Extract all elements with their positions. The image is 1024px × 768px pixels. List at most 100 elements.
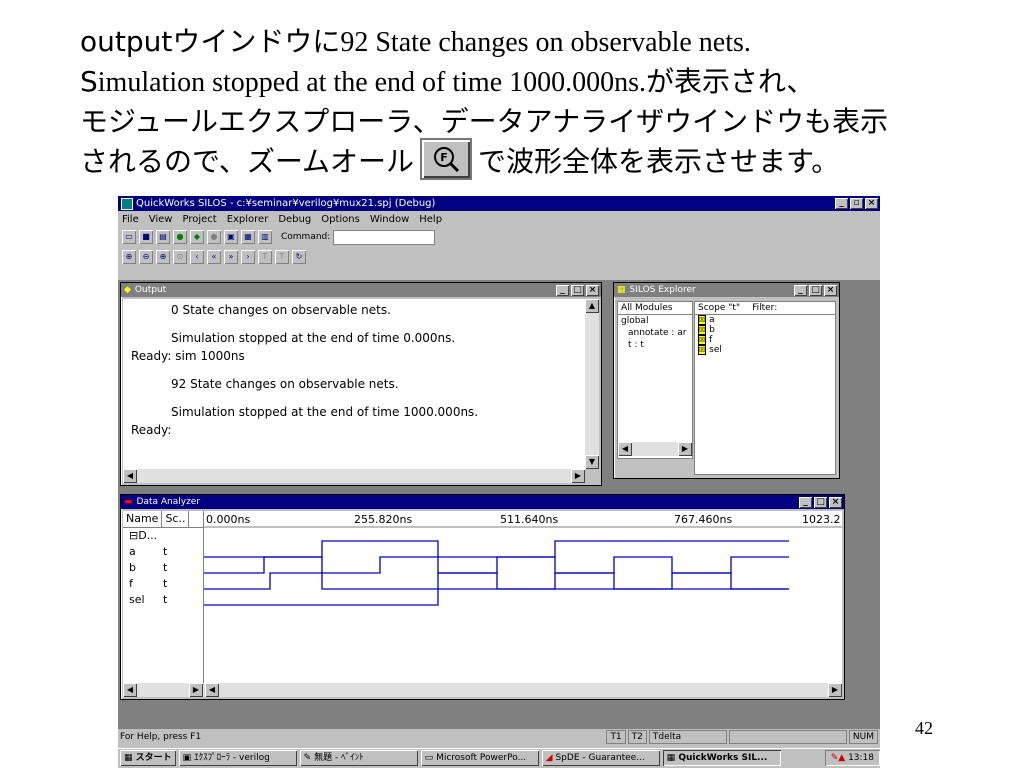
start-button[interactable]: ▦ スタート xyxy=(120,750,176,766)
signal-item-b[interactable]: ☒ b xyxy=(695,325,835,335)
task-paint[interactable]: ✎ 無題 - ﾍﾟｲﾝﾄ xyxy=(300,750,418,766)
step-icon[interactable]: ◆ xyxy=(190,230,204,244)
scroll-left-icon[interactable]: ◀ xyxy=(618,442,632,456)
scroll-right-icon[interactable]: ▶ xyxy=(828,683,842,697)
scroll-left-icon[interactable]: ◀ xyxy=(205,683,219,697)
open-icon[interactable]: ▭ xyxy=(122,230,136,244)
scroll-down-icon[interactable]: ▼ xyxy=(585,455,599,469)
task-quickworks[interactable]: ▦ QuickWorks SIL... xyxy=(663,750,781,766)
analyzer-maximize-button[interactable]: □ xyxy=(814,496,827,508)
explorer-window: ▦ SILOS Explorer _ □ × All Modules globa… xyxy=(613,282,840,479)
wave-sel xyxy=(204,588,789,606)
menu-window[interactable]: Window xyxy=(370,214,409,225)
refresh-icon[interactable]: ↻ xyxy=(292,250,306,264)
explorer-minimize-button[interactable]: _ xyxy=(794,284,807,296)
output-line: Simulation stopped at the end of time 10… xyxy=(171,405,479,419)
menu-project[interactable]: Project xyxy=(182,214,216,225)
signal-item-a[interactable]: ☒ a xyxy=(695,315,835,325)
signal-checkbox-icon: ☒ xyxy=(698,325,707,335)
restore-button[interactable]: ▫ xyxy=(850,198,863,209)
command-input[interactable] xyxy=(333,229,436,245)
scroll-left-icon[interactable]: ◀ xyxy=(123,683,137,697)
output-text: 0 State changes on observable nets. Simu… xyxy=(123,299,585,469)
output-hscrollbar[interactable]: ◀ ▶ xyxy=(123,469,585,483)
prev-edge-icon[interactable]: ‹ xyxy=(190,250,204,264)
menu-file[interactable]: File xyxy=(122,214,139,225)
taskbar: ▦ スタート ▣ ｴｸｽﾌﾟﾛｰﾗ - verilog ✎ 無題 - ﾍﾟｲﾝﾄ… xyxy=(118,748,880,768)
task-powerpoint[interactable]: ▭ Microsoft PowerPo... xyxy=(421,750,539,766)
analyzer-hscrollbar[interactable]: ◀ ▶ ◀ ▶ xyxy=(123,683,842,697)
signal-item-sel[interactable]: ☒ sel xyxy=(695,345,835,355)
t1-icon[interactable]: T xyxy=(258,250,272,264)
zoom-range-icon[interactable]: ⊙ xyxy=(173,250,187,264)
menu-help[interactable]: Help xyxy=(419,214,442,225)
col-scope-header[interactable]: Sc.. xyxy=(162,511,190,527)
run-icon[interactable]: ● xyxy=(173,230,187,244)
signal-row[interactable]: at xyxy=(123,544,203,560)
modules-hscrollbar[interactable]: ◀ ▶ xyxy=(618,442,692,456)
analyzer-body: Name Sc.. ⊟ D... at bt ft sel t 0.000ns 25… xyxy=(123,511,842,683)
next-edge-icon[interactable]: › xyxy=(241,250,255,264)
zoom-all-button[interactable]: F xyxy=(420,138,473,180)
slide-text: outputウインドウに92 State changes on observab… xyxy=(80,22,980,182)
menu-explorer[interactable]: Explorer xyxy=(227,214,269,225)
time-tick-label: 255.820ns xyxy=(354,513,412,526)
signal-row[interactable]: sel t xyxy=(123,592,203,608)
scroll-right-icon[interactable]: ▶ xyxy=(189,683,203,697)
output-minimize-button[interactable]: _ xyxy=(556,284,569,296)
group-row[interactable]: ⊟ D... xyxy=(123,528,203,544)
menu-debug[interactable]: Debug xyxy=(278,214,311,225)
analyzer-minimize-button[interactable]: _ xyxy=(799,496,812,508)
stop-icon[interactable]: ● xyxy=(207,230,221,244)
signal-checkbox-icon: ☒ xyxy=(698,315,707,325)
output-close-button[interactable]: × xyxy=(586,284,599,296)
zoom-all-icon-small[interactable]: ⊕ xyxy=(122,250,136,264)
scroll-up-icon[interactable]: ▲ xyxy=(585,299,599,313)
print-icon[interactable]: ▤ xyxy=(156,230,170,244)
tree-item-t[interactable]: t : t xyxy=(618,339,692,351)
hierarchy-icon[interactable]: ▦ xyxy=(241,230,255,244)
minimize-button[interactable]: _ xyxy=(835,198,848,209)
tree-item-global[interactable]: global xyxy=(618,315,692,327)
output-vscrollbar[interactable]: ▲ ▼ xyxy=(585,299,599,469)
signal-item-f[interactable]: ☒ f xyxy=(695,335,835,345)
signal-row[interactable]: bt xyxy=(123,560,203,576)
windows-logo-icon: ▦ xyxy=(124,753,133,763)
scroll-left-icon[interactable]: ◀ xyxy=(123,469,137,483)
explorer-icon-title: ▦ xyxy=(617,285,626,295)
scope-header: Scope "t" Filter: xyxy=(695,302,835,315)
zoom-all-icon: F xyxy=(434,147,460,173)
slide-line-2-en: imulation stopped at the end of time 100… xyxy=(97,67,647,98)
explorer-icon[interactable]: ▣ xyxy=(224,230,238,244)
task-spde[interactable]: ◢ SpDE - Guarantee... xyxy=(542,750,660,766)
wave-f xyxy=(204,572,789,590)
scroll-right-icon[interactable]: ▶ xyxy=(571,469,585,483)
next-icon[interactable]: » xyxy=(224,250,238,264)
save-icon[interactable]: ■ xyxy=(139,230,153,244)
collapse-icon[interactable]: ⊟ xyxy=(129,528,138,544)
task-explorer[interactable]: ▣ ｴｸｽﾌﾟﾛｰﾗ - verilog xyxy=(179,750,297,766)
tray-icons[interactable]: ✎▲ xyxy=(831,753,845,763)
menu-view[interactable]: View xyxy=(149,214,173,225)
scroll-right-icon[interactable]: ▶ xyxy=(678,442,692,456)
analyzer-close-button[interactable]: × xyxy=(829,496,842,508)
analyzer-icon[interactable]: ▥ xyxy=(258,230,272,244)
slide-line-2: Simulation stopped at the end of time 10… xyxy=(80,62,980,102)
quickworks-app-icon: ▦ xyxy=(666,753,676,763)
prev-icon[interactable]: « xyxy=(207,250,221,264)
explorer-close-button[interactable]: × xyxy=(824,284,837,296)
col-name-header[interactable]: Name xyxy=(123,511,163,527)
tree-item-annotate[interactable]: annotate : ar xyxy=(618,327,692,339)
status-blank xyxy=(728,730,847,744)
output-maximize-button[interactable]: □ xyxy=(571,284,584,296)
waveform-area[interactable]: 0.000ns 255.820ns 511.640ns 767.460ns 10… xyxy=(204,511,842,683)
close-button[interactable]: × xyxy=(865,198,878,209)
menu-options[interactable]: Options xyxy=(321,214,360,225)
explorer-maximize-button[interactable]: □ xyxy=(809,284,822,296)
t2-icon[interactable]: T xyxy=(275,250,289,264)
zoom-out-icon[interactable]: ⊖ xyxy=(139,250,153,264)
zoom-in-icon[interactable]: ⊕ xyxy=(156,250,170,264)
signal-row[interactable]: ft xyxy=(123,576,203,592)
window-title: QuickWorks SILOS - c:¥seminar¥verilog¥mu… xyxy=(136,198,436,209)
wave-a xyxy=(204,540,789,558)
